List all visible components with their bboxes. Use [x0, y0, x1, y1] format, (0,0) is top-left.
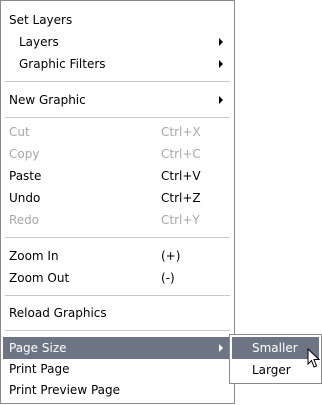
menu-item-zoom-in[interactable]: Zoom In (+) — [3, 245, 232, 267]
menu-item-label: Print Page — [9, 362, 70, 376]
menu-item-label: Graphic Filters — [19, 57, 106, 71]
menu-item-label: Cut — [9, 125, 30, 139]
menu-item-zoom-out[interactable]: Zoom Out (-) — [3, 267, 232, 289]
menu-separator — [5, 295, 230, 296]
menu-item-label: New Graphic — [9, 93, 86, 107]
menu-item-graphic-filters[interactable]: Graphic Filters — [3, 53, 232, 75]
submenu-item-smaller[interactable]: Smaller — [232, 337, 319, 359]
shortcut-label: Ctrl+Y — [161, 213, 200, 227]
shortcut-label: (-) — [161, 271, 175, 285]
submenu-item-larger[interactable]: Larger — [232, 359, 319, 381]
menu-item-print-page[interactable]: Print Page — [3, 358, 232, 380]
mouse-pointer-icon — [307, 348, 320, 368]
menu-item-label: Set Layers — [9, 13, 73, 27]
menu-separator — [5, 81, 230, 82]
shortcut-label: (+) — [161, 249, 181, 263]
menu-item-label: Reload Graphics — [9, 306, 107, 320]
menu-item-label: Zoom Out — [9, 271, 70, 285]
shortcut-label: Ctrl+C — [161, 147, 201, 161]
menu-item-reload-graphics[interactable]: Reload Graphics — [3, 302, 232, 324]
menu-item-print-preview-page[interactable]: Print Preview Page — [3, 379, 232, 401]
menu-separator — [5, 330, 230, 331]
submenu-item-label: Smaller — [252, 341, 298, 355]
menu-item-label: Undo — [9, 191, 41, 205]
menu-item-label: Print Preview Page — [9, 383, 120, 397]
menu-item-label: Redo — [9, 213, 40, 227]
menu-item-undo[interactable]: Undo Ctrl+Z — [3, 187, 232, 209]
menu-item-redo: Redo Ctrl+Y — [3, 209, 232, 231]
shortcut-label: Ctrl+V — [161, 169, 201, 183]
menu-item-set-layers: Set Layers — [3, 9, 232, 31]
menu-item-paste[interactable]: Paste Ctrl+V — [3, 165, 232, 187]
menu-item-label: Paste — [9, 169, 42, 183]
menu-item-label: Copy — [9, 147, 40, 161]
chevron-right-icon — [219, 96, 223, 104]
menu-item-layers[interactable]: Layers — [3, 31, 232, 53]
menu-item-label: Layers — [19, 35, 59, 49]
chevron-right-icon — [219, 60, 223, 68]
menu-item-label: Page Size — [9, 341, 67, 355]
submenu-item-label: Larger — [252, 363, 291, 377]
menu-separator — [5, 237, 230, 238]
menu-item-new-graphic[interactable]: New Graphic — [3, 89, 232, 111]
chevron-right-icon — [219, 38, 223, 46]
menu-item-label: Zoom In — [9, 249, 59, 263]
menu-item-cut: Cut Ctrl+X — [3, 121, 232, 143]
chevron-right-icon — [219, 344, 223, 352]
menu-item-page-size[interactable]: Page Size — [3, 337, 232, 359]
menu-separator — [5, 117, 230, 118]
shortcut-label: Ctrl+Z — [161, 191, 201, 205]
menu-item-copy: Copy Ctrl+C — [3, 143, 232, 165]
context-menu: Set Layers Layers Graphic Filters New Gr… — [0, 0, 235, 404]
shortcut-label: Ctrl+X — [161, 125, 201, 139]
